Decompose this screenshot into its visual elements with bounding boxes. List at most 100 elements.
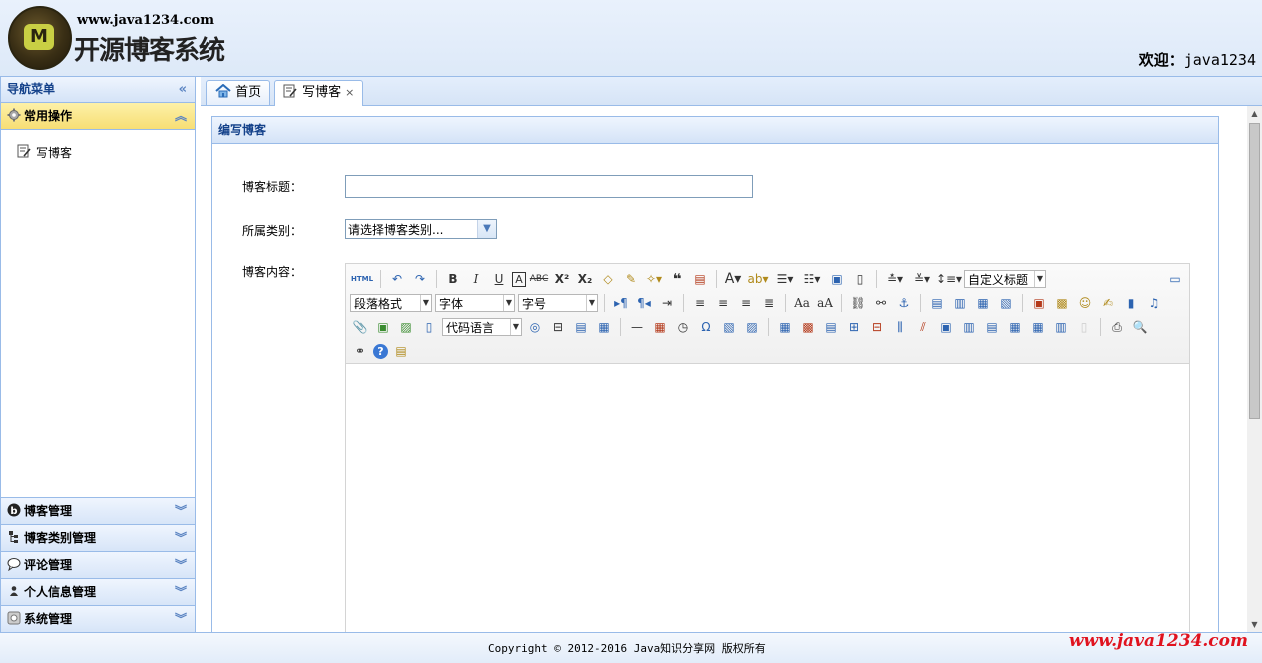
delete-row-icon[interactable]: ⊟ — [867, 317, 887, 337]
blockquote-icon[interactable]: ❝ — [667, 269, 687, 289]
redo-icon[interactable]: ↷ — [410, 269, 430, 289]
image-none-icon[interactable]: ▤ — [927, 293, 947, 313]
scrollbar-thumb[interactable] — [1249, 123, 1260, 419]
align-center-icon[interactable]: ≡ — [713, 293, 733, 313]
search-replace-icon[interactable]: ▧ — [719, 317, 739, 337]
image-left-icon[interactable]: ▥ — [950, 293, 970, 313]
chevron-down-icon[interactable]: ︾ — [175, 525, 187, 551]
split-cols-icon[interactable]: ▥ — [1051, 317, 1071, 337]
insert-col-icon[interactable]: ⫼ — [890, 317, 910, 337]
font-size-select[interactable]: 字号 ▼ — [518, 294, 598, 312]
magic-wand-icon[interactable]: ✧▾ — [644, 269, 664, 289]
code-snippet-icon[interactable]: ▯ — [419, 317, 439, 337]
html-source-button[interactable]: HTML — [350, 269, 374, 289]
help-icon[interactable]: ? — [373, 343, 388, 359]
scrawl-icon[interactable]: ✍ — [1098, 293, 1118, 313]
superscript-icon[interactable]: X² — [552, 269, 572, 289]
tab-write-blog[interactable]: 写博客 × — [274, 80, 364, 106]
strikethrough-icon[interactable]: ABC — [529, 269, 549, 289]
uppercase-icon[interactable]: Aa — [792, 293, 812, 313]
fullscreen-icon[interactable]: ▭ — [1165, 269, 1185, 289]
tab-home[interactable]: 首页 — [206, 80, 271, 105]
split-cells-icon[interactable]: ▦ — [1005, 317, 1025, 337]
unlink-icon[interactable]: ⚯ — [871, 293, 891, 313]
section-personal-info-management[interactable]: 个人信息管理 ︾ — [1, 578, 195, 605]
emotion-icon[interactable]: ☺ — [1075, 293, 1095, 313]
paste-text-icon[interactable]: ▤ — [690, 269, 710, 289]
merge-cells-icon[interactable]: ▣ — [936, 317, 956, 337]
select-all-icon[interactable]: ▣ — [827, 269, 847, 289]
row-spacing-top-icon[interactable]: ≛▾ — [883, 269, 907, 289]
date-icon[interactable]: ▦ — [650, 317, 670, 337]
chevron-down-icon[interactable]: ︾ — [175, 579, 187, 605]
delete-col-icon[interactable]: ⫽ — [913, 317, 933, 337]
close-tab-icon[interactable]: × — [345, 86, 354, 99]
insert-video-icon[interactable]: ▮ — [1121, 293, 1141, 313]
copy-template-icon[interactable]: ▦ — [594, 317, 614, 337]
blog-title-input[interactable] — [345, 175, 753, 198]
section-common-operations[interactable]: 常用操作 ︽ — [1, 103, 195, 130]
unordered-list-icon[interactable]: ☷▾ — [800, 269, 824, 289]
preview-icon[interactable]: 🔍 — [1130, 317, 1150, 337]
page-break-icon[interactable]: ⊟ — [548, 317, 568, 337]
link-icon[interactable]: ⛓ — [848, 293, 868, 313]
line-height-icon[interactable]: ↕≡▾ — [936, 269, 962, 289]
merge-down-icon[interactable]: ▤ — [982, 317, 1002, 337]
image-right-icon[interactable]: ▦ — [973, 293, 993, 313]
font-color-icon[interactable]: A▾ — [723, 269, 743, 289]
blog-category-select[interactable]: 请选择博客类别... ▼ — [345, 219, 497, 239]
format-brush-icon[interactable]: ✎ — [621, 269, 641, 289]
align-justify-icon[interactable]: ≣ — [759, 293, 779, 313]
paragraph-format-select[interactable]: 段落格式 ▼ — [350, 294, 432, 312]
chevron-up-icon[interactable]: ︽ — [175, 103, 187, 129]
music-icon[interactable]: ♫ — [1144, 293, 1164, 313]
web-app-icon[interactable]: ◎ — [525, 317, 545, 337]
anchor-icon[interactable]: ⚓ — [894, 293, 914, 313]
print-icon[interactable]: ⎙ — [1107, 317, 1127, 337]
special-chars-icon[interactable]: Ω — [696, 317, 716, 337]
bold-icon[interactable]: B — [443, 269, 463, 289]
section-system-management[interactable]: 系统管理 ︾ — [1, 605, 195, 632]
highlight-color-icon[interactable]: ab▾ — [746, 269, 770, 289]
horizontal-rule-icon[interactable]: — — [627, 317, 647, 337]
ltr-direction-icon[interactable]: ▸¶ — [611, 293, 631, 313]
clear-document-icon[interactable]: ▯ — [850, 269, 870, 289]
section-comment-management[interactable]: 评论管理 ︾ — [1, 551, 195, 578]
undo-icon[interactable]: ↶ — [387, 269, 407, 289]
editor-content-area[interactable] — [346, 364, 1189, 632]
section-blog-category-management[interactable]: 博客类别管理 ︾ — [1, 524, 195, 551]
row-spacing-bottom-icon[interactable]: ≚▾ — [910, 269, 934, 289]
multi-image-icon[interactable]: ▩ — [1052, 293, 1072, 313]
insert-frame-icon[interactable]: ▣ — [373, 317, 393, 337]
menu-item-write-blog[interactable]: 写博客 — [17, 144, 179, 161]
chevron-down-icon[interactable]: ︾ — [175, 498, 187, 524]
italic-icon[interactable]: I — [466, 269, 486, 289]
content-scrollbar[interactable]: ▲ ▼ — [1247, 106, 1262, 632]
search-binoculars-icon[interactable]: ⚭ — [350, 341, 370, 361]
chart-icon[interactable]: ▯ — [1074, 317, 1094, 337]
insert-row-icon[interactable]: ⊞ — [844, 317, 864, 337]
scroll-up-icon[interactable]: ▲ — [1247, 106, 1262, 121]
insert-image-icon[interactable]: ▣ — [1029, 293, 1049, 313]
merge-right-icon[interactable]: ▥ — [959, 317, 979, 337]
section-blog-management[interactable]: b 博客管理 ︾ — [1, 497, 195, 524]
scroll-down-icon[interactable]: ▼ — [1247, 617, 1262, 632]
code-language-select[interactable]: 代码语言 ▼ — [442, 318, 522, 336]
chevron-down-icon[interactable]: ︾ — [175, 552, 187, 578]
delete-table-icon[interactable]: ▩ — [798, 317, 818, 337]
align-right-icon[interactable]: ≡ — [736, 293, 756, 313]
image-center-icon[interactable]: ▧ — [996, 293, 1016, 313]
subscript-icon[interactable]: X₂ — [575, 269, 595, 289]
font-border-icon[interactable]: A — [512, 271, 526, 287]
ordered-list-icon[interactable]: ☰▾ — [773, 269, 797, 289]
template-icon[interactable]: ▤ — [571, 317, 591, 337]
split-rows-icon[interactable]: ▦ — [1028, 317, 1048, 337]
chevron-down-icon[interactable]: ︾ — [175, 606, 187, 632]
rtl-direction-icon[interactable]: ¶◂ — [634, 293, 654, 313]
attachment-icon[interactable]: 📎 — [350, 317, 370, 337]
custom-heading-select[interactable]: 自定义标题 ▼ — [964, 270, 1046, 288]
collapse-left-icon[interactable]: « — [179, 77, 187, 102]
background-image-icon[interactable]: ▨ — [396, 317, 416, 337]
font-family-select[interactable]: 字体 ▼ — [435, 294, 515, 312]
align-left-icon[interactable]: ≡ — [690, 293, 710, 313]
